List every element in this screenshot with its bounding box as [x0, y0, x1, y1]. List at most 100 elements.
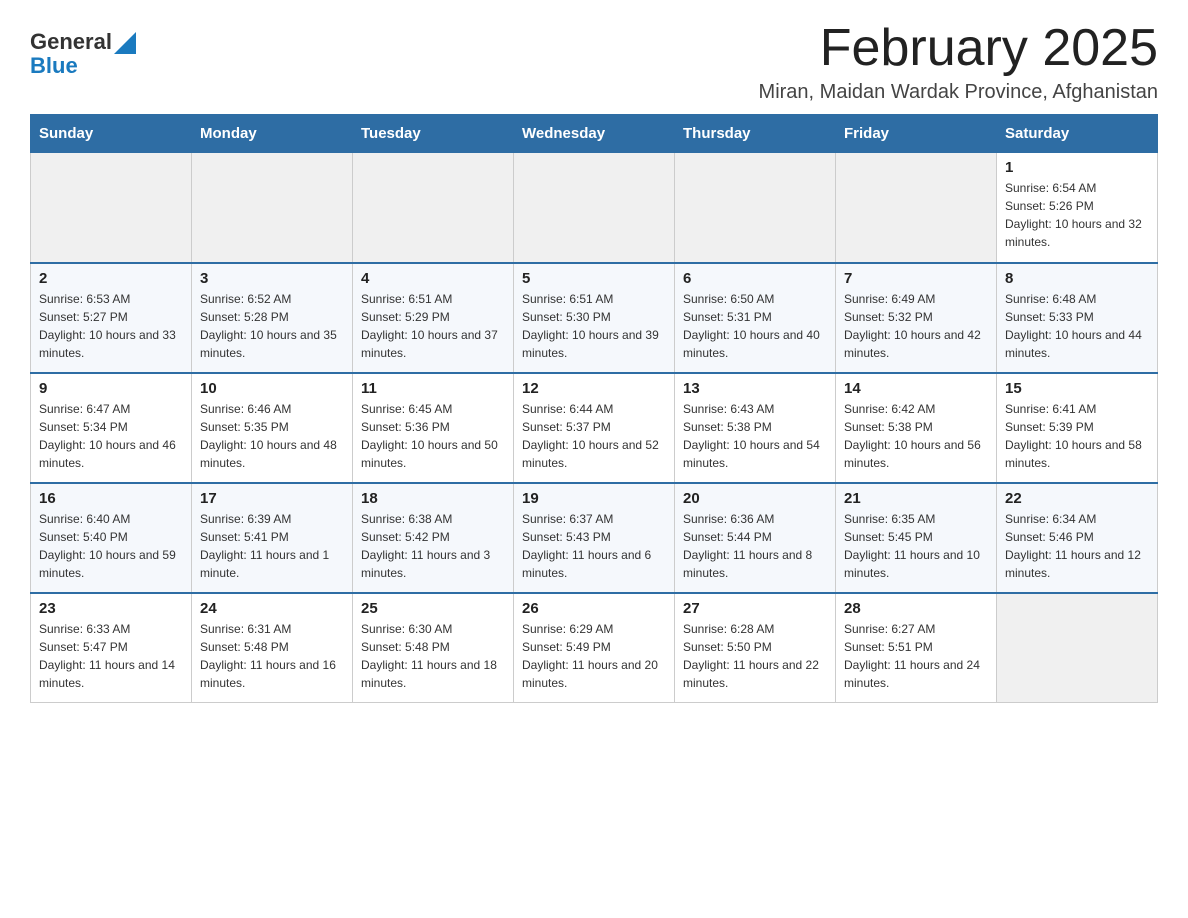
- day-info: Sunrise: 6:35 AMSunset: 5:45 PMDaylight:…: [844, 510, 988, 582]
- table-row: 17 Sunrise: 6:39 AMSunset: 5:41 PMDayligh…: [192, 483, 353, 593]
- day-info: Sunrise: 6:31 AMSunset: 5:48 PMDaylight:…: [200, 620, 344, 692]
- day-number: 12: [522, 380, 666, 397]
- day-number: 3: [200, 270, 344, 287]
- table-row: 11 Sunrise: 6:45 AMSunset: 5:36 PMDayligh…: [353, 373, 514, 483]
- header-thursday: Thursday: [675, 115, 836, 153]
- day-number: 19: [522, 490, 666, 507]
- table-row: [675, 153, 836, 263]
- day-number: 8: [1005, 270, 1149, 287]
- day-info: Sunrise: 6:29 AMSunset: 5:49 PMDaylight:…: [522, 620, 666, 692]
- table-row: 28Sunrise: 6:27 AMSunset: 5:51 PMDayligh…: [836, 593, 997, 703]
- logo-text-blue: Blue: [30, 53, 78, 78]
- day-number: 25: [361, 600, 505, 617]
- day-info: Sunrise: 6:27 AMSunset: 5:51 PMDaylight:…: [844, 620, 988, 692]
- table-row: 27 Sunrise: 6:28 AMSunset: 5:50 PMDayligh…: [675, 593, 836, 703]
- day-info: Sunrise: 6:51 AMSunset: 5:30 PMDaylight:…: [522, 290, 666, 362]
- day-info: Sunrise: 6:44 AMSunset: 5:37 PMDaylight:…: [522, 400, 666, 472]
- day-number: 18: [361, 490, 505, 507]
- day-info: Sunrise: 6:33 AMSunset: 5:47 PMDaylight:…: [39, 620, 183, 692]
- day-number: 6: [683, 270, 827, 287]
- table-row: 22 Sunrise: 6:34 AMSunset: 5:46 PMDayligh…: [997, 483, 1158, 593]
- table-row: 24 Sunrise: 6:31 AMSunset: 5:48 PMDayligh…: [192, 593, 353, 703]
- header-sunday: Sunday: [31, 115, 192, 153]
- day-info: Sunrise: 6:28 AMSunset: 5:50 PMDaylight:…: [683, 620, 827, 692]
- day-info: Sunrise: 6:52 AMSunset: 5:28 PMDaylight:…: [200, 290, 344, 362]
- day-info: Sunrise: 6:30 AMSunset: 5:48 PMDaylight:…: [361, 620, 505, 692]
- calendar-header-row: Sunday Monday Tuesday Wednesday Thursday…: [31, 115, 1158, 153]
- table-row: 6 Sunrise: 6:50 AMSunset: 5:31 PMDaylight…: [675, 263, 836, 373]
- day-info: Sunrise: 6:46 AMSunset: 5:35 PMDaylight:…: [200, 400, 344, 472]
- logo-triangle-icon: [114, 32, 136, 54]
- day-number: 23: [39, 600, 183, 617]
- table-row: 3 Sunrise: 6:52 AMSunset: 5:28 PMDaylight…: [192, 263, 353, 373]
- table-row: 15 Sunrise: 6:41 AMSunset: 5:39 PMDayligh…: [997, 373, 1158, 483]
- day-number: 17: [200, 490, 344, 507]
- table-row: 12 Sunrise: 6:44 AMSunset: 5:37 PMDayligh…: [514, 373, 675, 483]
- table-row: 9 Sunrise: 6:47 AMSunset: 5:34 PMDaylight…: [31, 373, 192, 483]
- day-number: 11: [361, 380, 505, 397]
- day-info: Sunrise: 6:50 AMSunset: 5:31 PMDaylight:…: [683, 290, 827, 362]
- day-info: Sunrise: 6:39 AMSunset: 5:41 PMDaylight:…: [200, 510, 344, 582]
- day-number: 10: [200, 380, 344, 397]
- calendar-week-1: 1Sunrise: 6:54 AMSunset: 5:26 PMDaylight…: [31, 153, 1158, 263]
- table-row: [997, 593, 1158, 703]
- header-saturday: Saturday: [997, 115, 1158, 153]
- day-number: 14: [844, 380, 988, 397]
- day-info: Sunrise: 6:51 AMSunset: 5:29 PMDaylight:…: [361, 290, 505, 362]
- day-number: 9: [39, 380, 183, 397]
- day-info: Sunrise: 6:41 AMSunset: 5:39 PMDaylight:…: [1005, 400, 1149, 472]
- day-number: 1: [1005, 159, 1149, 176]
- header-friday: Friday: [836, 115, 997, 153]
- day-number: 27: [683, 600, 827, 617]
- day-number: 2: [39, 270, 183, 287]
- day-number: 15: [1005, 380, 1149, 397]
- day-info: Sunrise: 6:45 AMSunset: 5:36 PMDaylight:…: [361, 400, 505, 472]
- location-subtitle: Miran, Maidan Wardak Province, Afghanist…: [759, 81, 1158, 104]
- table-row: 10 Sunrise: 6:46 AMSunset: 5:35 PMDayligh…: [192, 373, 353, 483]
- day-number: 21: [844, 490, 988, 507]
- table-row: 19 Sunrise: 6:37 AMSunset: 5:43 PMDayligh…: [514, 483, 675, 593]
- day-info: Sunrise: 6:38 AMSunset: 5:42 PMDaylight:…: [361, 510, 505, 582]
- day-info: Sunrise: 6:43 AMSunset: 5:38 PMDaylight:…: [683, 400, 827, 472]
- calendar-week-2: 2 Sunrise: 6:53 AMSunset: 5:27 PMDaylight…: [31, 263, 1158, 373]
- table-row: 25 Sunrise: 6:30 AMSunset: 5:48 PMDayligh…: [353, 593, 514, 703]
- day-info: Sunrise: 6:40 AMSunset: 5:40 PMDaylight:…: [39, 510, 183, 582]
- table-row: 21 Sunrise: 6:35 AMSunset: 5:45 PMDayligh…: [836, 483, 997, 593]
- table-row: 4 Sunrise: 6:51 AMSunset: 5:29 PMDaylight…: [353, 263, 514, 373]
- day-info: Sunrise: 6:36 AMSunset: 5:44 PMDaylight:…: [683, 510, 827, 582]
- header-wednesday: Wednesday: [514, 115, 675, 153]
- calendar-week-5: 23 Sunrise: 6:33 AMSunset: 5:47 PMDayligh…: [31, 593, 1158, 703]
- day-number: 20: [683, 490, 827, 507]
- title-area: February 2025 Miran, Maidan Wardak Provi…: [759, 20, 1158, 104]
- day-number: 26: [522, 600, 666, 617]
- day-info: Sunrise: 6:47 AMSunset: 5:34 PMDaylight:…: [39, 400, 183, 472]
- day-number: 13: [683, 380, 827, 397]
- day-info: Sunrise: 6:53 AMSunset: 5:27 PMDaylight:…: [39, 290, 183, 362]
- table-row: 1Sunrise: 6:54 AMSunset: 5:26 PMDaylight…: [997, 153, 1158, 263]
- month-title: February 2025: [759, 20, 1158, 77]
- logo: General Blue: [30, 30, 136, 78]
- logo-text-general: General: [30, 30, 112, 54]
- day-number: 4: [361, 270, 505, 287]
- day-number: 24: [200, 600, 344, 617]
- table-row: [514, 153, 675, 263]
- header-tuesday: Tuesday: [353, 115, 514, 153]
- day-info: Sunrise: 6:37 AMSunset: 5:43 PMDaylight:…: [522, 510, 666, 582]
- calendar-week-4: 16Sunrise: 6:40 AMSunset: 5:40 PMDayligh…: [31, 483, 1158, 593]
- table-row: 16Sunrise: 6:40 AMSunset: 5:40 PMDayligh…: [31, 483, 192, 593]
- day-number: 22: [1005, 490, 1149, 507]
- table-row: [836, 153, 997, 263]
- table-row: [192, 153, 353, 263]
- day-info: Sunrise: 6:48 AMSunset: 5:33 PMDaylight:…: [1005, 290, 1149, 362]
- table-row: 18 Sunrise: 6:38 AMSunset: 5:42 PMDayligh…: [353, 483, 514, 593]
- table-row: 7 Sunrise: 6:49 AMSunset: 5:32 PMDaylight…: [836, 263, 997, 373]
- calendar-table: Sunday Monday Tuesday Wednesday Thursday…: [30, 114, 1158, 703]
- table-row: 23 Sunrise: 6:33 AMSunset: 5:47 PMDayligh…: [31, 593, 192, 703]
- day-number: 7: [844, 270, 988, 287]
- day-info: Sunrise: 6:42 AMSunset: 5:38 PMDaylight:…: [844, 400, 988, 472]
- table-row: 5 Sunrise: 6:51 AMSunset: 5:30 PMDaylight…: [514, 263, 675, 373]
- day-info: Sunrise: 6:34 AMSunset: 5:46 PMDaylight:…: [1005, 510, 1149, 582]
- table-row: [31, 153, 192, 263]
- day-info: Sunrise: 6:49 AMSunset: 5:32 PMDaylight:…: [844, 290, 988, 362]
- day-number: 5: [522, 270, 666, 287]
